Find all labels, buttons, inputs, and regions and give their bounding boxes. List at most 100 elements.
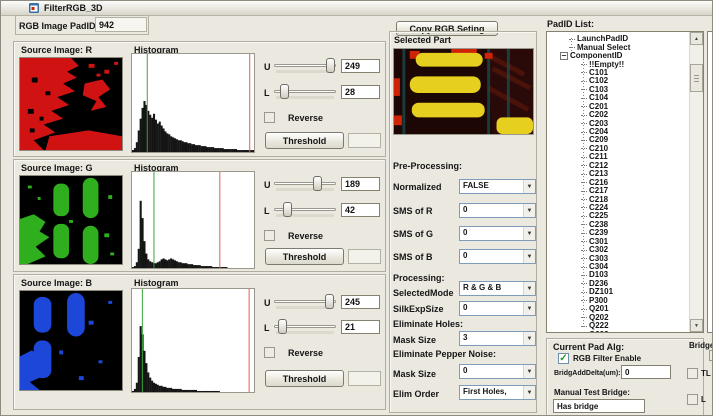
- threshold-button-r[interactable]: Threshold: [265, 132, 344, 149]
- slider-thumb[interactable]: [326, 58, 335, 73]
- tree-item[interactable]: C212: [547, 162, 688, 170]
- tree-item[interactable]: C103: [547, 86, 688, 94]
- tree-item[interactable]: C203: [547, 119, 688, 127]
- threshold-button-b[interactable]: Threshold: [265, 370, 344, 387]
- tree-item[interactable]: C102: [547, 77, 688, 85]
- tree-item[interactable]: C209: [547, 136, 688, 144]
- sms-of-g-combobox[interactable]: 0 ▼: [459, 226, 536, 241]
- padid-value-field[interactable]: [95, 17, 147, 32]
- u-value-field-g[interactable]: [341, 177, 380, 191]
- l-value-field-r[interactable]: [341, 85, 380, 99]
- l-slider-r[interactable]: [274, 84, 336, 100]
- tree-scrollbar[interactable]: ▲ ▼: [689, 32, 703, 332]
- tree-item[interactable]: C225: [547, 212, 688, 220]
- tree-item[interactable]: C216: [547, 178, 688, 186]
- tree-item[interactable]: C213: [547, 170, 688, 178]
- chevron-down-icon[interactable]: ▼: [523, 332, 535, 345]
- tree-item[interactable]: Q202: [547, 313, 688, 321]
- elim-order-combobox[interactable]: First Holes, ▼: [459, 385, 536, 400]
- selected-part-title: Selected Part: [394, 35, 451, 45]
- l-slider-g[interactable]: [274, 202, 336, 218]
- histogram-b-canvas: [131, 288, 255, 393]
- tree-item[interactable]: C224: [547, 204, 688, 212]
- tree-item[interactable]: C301: [547, 238, 688, 246]
- sms-of-b-combobox[interactable]: 0 ▼: [459, 249, 536, 264]
- l-value-field-b[interactable]: [341, 320, 380, 334]
- normalized-value: FALSE: [460, 180, 523, 193]
- slider-thumb[interactable]: [280, 84, 289, 99]
- silkexpsize-label: SilkExpSize: [393, 304, 444, 314]
- chevron-down-icon[interactable]: ▼: [523, 282, 535, 295]
- selectedmode-combobox[interactable]: R & G & B ▼: [459, 281, 536, 296]
- chevron-down-icon[interactable]: ▼: [523, 365, 535, 378]
- tree-item[interactable]: C204: [547, 128, 688, 136]
- tree-item[interactable]: Q201: [547, 305, 688, 313]
- scroll-up-button[interactable]: ▲: [690, 32, 703, 45]
- threshold-result-field-b[interactable]: [348, 371, 381, 386]
- threshold-result-field-r[interactable]: [348, 133, 381, 148]
- reverse-checkbox-g[interactable]: [264, 230, 275, 241]
- u-slider-b[interactable]: [274, 294, 336, 310]
- tree-item[interactable]: Q222: [547, 322, 688, 330]
- tree-item[interactable]: C210: [547, 145, 688, 153]
- chevron-down-icon[interactable]: ▼: [523, 386, 535, 399]
- chevron-down-icon[interactable]: ▼: [523, 302, 535, 315]
- slider-thumb[interactable]: [278, 319, 287, 334]
- tree-item[interactable]: C218: [547, 195, 688, 203]
- tree-item[interactable]: C211: [547, 153, 688, 161]
- reverse-checkbox-r[interactable]: [264, 112, 275, 123]
- bridge-l-checkbox[interactable]: [687, 394, 698, 405]
- l-value-field-g[interactable]: [341, 203, 380, 217]
- tree-item[interactable]: C202: [547, 111, 688, 119]
- tree-item[interactable]: C217: [547, 187, 688, 195]
- reverse-checkbox-b[interactable]: [264, 347, 275, 358]
- padid-tree[interactable]: LaunchPadIDManual Select−ComponentID!!Em…: [546, 31, 704, 333]
- tree-item[interactable]: !!Empty!!: [547, 60, 688, 68]
- silkexpsize-combobox[interactable]: 0 ▼: [459, 301, 536, 316]
- tree-item[interactable]: C304: [547, 263, 688, 271]
- mask-size-holes-combobox[interactable]: 3 ▼: [459, 331, 536, 346]
- u-value-field-b[interactable]: [341, 295, 380, 309]
- slider-thumb[interactable]: [313, 176, 322, 191]
- sms-of-r-combobox[interactable]: 0 ▼: [459, 203, 536, 218]
- chevron-down-icon[interactable]: ▼: [523, 227, 535, 240]
- u-slider-r[interactable]: [274, 58, 336, 74]
- tree-item[interactable]: C302: [547, 246, 688, 254]
- tree-item[interactable]: Q223: [547, 330, 688, 333]
- bridge-partial-checkbox[interactable]: [709, 350, 713, 361]
- tree-item[interactable]: DZ101: [547, 288, 688, 296]
- tree-item[interactable]: D103: [547, 271, 688, 279]
- tree-connector: [581, 224, 587, 225]
- scrollbar-thumb[interactable]: [690, 64, 703, 92]
- slider-thumb[interactable]: [325, 294, 334, 309]
- tree-collapse-icon[interactable]: −: [560, 52, 568, 60]
- bridge-tl-checkbox[interactable]: [687, 368, 698, 379]
- tree-item[interactable]: C101: [547, 69, 688, 77]
- slider-track: [274, 182, 336, 185]
- chevron-down-icon[interactable]: ▼: [523, 180, 535, 193]
- chevron-down-icon[interactable]: ▼: [523, 250, 535, 263]
- chevron-down-icon[interactable]: ▼: [523, 204, 535, 217]
- tree-item[interactable]: C239: [547, 229, 688, 237]
- tree-item[interactable]: C303: [547, 254, 688, 262]
- threshold-result-field-g[interactable]: [348, 249, 381, 264]
- l-slider-b[interactable]: [274, 319, 336, 335]
- tree-item[interactable]: P300: [547, 297, 688, 305]
- tree-connector: [581, 165, 587, 166]
- slider-thumb[interactable]: [283, 202, 292, 217]
- histogram-b-label: Histogram: [134, 278, 179, 288]
- mask-size-pepper-combobox[interactable]: 0 ▼: [459, 364, 536, 379]
- bridge-delta-field[interactable]: [621, 365, 671, 379]
- u-value-field-r[interactable]: [341, 59, 380, 73]
- threshold-button-g[interactable]: Threshold: [265, 248, 344, 265]
- tree-item[interactable]: C104: [547, 94, 688, 102]
- manual-test-bridge-field[interactable]: [553, 399, 645, 413]
- tree-item[interactable]: C238: [547, 221, 688, 229]
- tree-item[interactable]: D236: [547, 280, 688, 288]
- tree-item[interactable]: C201: [547, 103, 688, 111]
- mask-size-pepper-label: Mask Size: [393, 369, 436, 379]
- rgb-filter-enable-checkbox[interactable]: ✓: [558, 353, 569, 364]
- u-slider-g[interactable]: [274, 176, 336, 192]
- normalized-combobox[interactable]: FALSE ▼: [459, 179, 536, 194]
- scroll-down-button[interactable]: ▼: [690, 319, 703, 332]
